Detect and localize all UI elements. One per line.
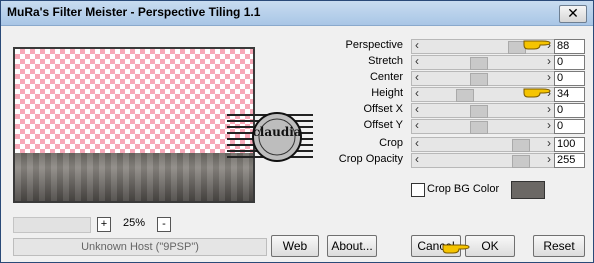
preview-pane[interactable] <box>13 47 255 203</box>
pointing-hand-icon <box>523 88 551 98</box>
slider-thumb[interactable] <box>470 121 488 134</box>
slider-thumb[interactable] <box>512 139 530 152</box>
ok-button[interactable]: OK <box>465 235 515 257</box>
value-offset-y[interactable]: 0 <box>554 119 585 134</box>
plugin-window: MuRa's Filter Meister - Perspective Tili… <box>0 0 594 263</box>
param-label-stretch: Stretch <box>368 55 403 67</box>
value-center[interactable]: 0 <box>554 71 585 86</box>
crop-bg-color-swatch[interactable] <box>511 181 545 199</box>
param-label-crop-opacity: Crop Opacity <box>338 153 403 165</box>
slider-thumb[interactable] <box>470 57 488 70</box>
slider-thumb[interactable] <box>512 155 530 168</box>
value-height[interactable]: 34 <box>554 87 585 102</box>
param-label-offset-x: Offset X <box>363 103 403 115</box>
slider-right-arrow-icon[interactable]: › <box>547 119 551 132</box>
value-crop-opacity[interactable]: 255 <box>554 153 585 168</box>
zoom-value: 25% <box>123 217 146 229</box>
slider-left-arrow-icon[interactable]: ‹ <box>415 103 419 116</box>
slider-right-arrow-icon[interactable]: › <box>547 103 551 116</box>
zoom-in-button[interactable]: + <box>97 217 111 232</box>
slider-left-arrow-icon[interactable]: ‹ <box>415 39 419 52</box>
host-status: Unknown Host ("9PSP") <box>13 238 267 256</box>
close-button[interactable]: ✕ <box>559 5 587 23</box>
slider-thumb[interactable] <box>470 73 488 86</box>
slider-left-arrow-icon[interactable]: ‹ <box>415 137 419 150</box>
reset-button[interactable]: Reset <box>533 235 585 257</box>
param-label-crop: Crop <box>379 137 403 149</box>
param-label-center: Center <box>369 71 403 83</box>
title-bar: MuRa's Filter Meister - Perspective Tili… <box>1 1 593 26</box>
slider-thumb[interactable] <box>456 89 474 102</box>
slider-left-arrow-icon[interactable]: ‹ <box>415 153 419 166</box>
slider-offset-y[interactable]: ‹ › <box>411 119 555 134</box>
checkbox-box[interactable] <box>411 183 425 197</box>
preview-checker-background <box>15 49 253 153</box>
slider-left-arrow-icon[interactable]: ‹ <box>415 71 419 84</box>
web-button[interactable]: Web <box>271 235 319 257</box>
preview-tiled-floor <box>15 153 253 201</box>
about-button[interactable]: About... <box>327 235 377 257</box>
crop-bg-color-label: Crop BG Color <box>427 183 500 195</box>
zoom-out-button[interactable]: - <box>157 217 171 232</box>
slider-left-arrow-icon[interactable]: ‹ <box>415 55 419 68</box>
slider-right-arrow-icon[interactable]: › <box>547 153 551 166</box>
slider-offset-x[interactable]: ‹ › <box>411 103 555 118</box>
value-stretch[interactable]: 0 <box>554 55 585 70</box>
value-crop[interactable]: 100 <box>554 137 585 152</box>
slider-left-arrow-icon[interactable]: ‹ <box>415 87 419 100</box>
param-label-height: Height <box>371 87 403 99</box>
slider-stretch[interactable]: ‹ › <box>411 55 555 70</box>
slider-right-arrow-icon[interactable]: › <box>547 55 551 68</box>
slider-thumb[interactable] <box>470 105 488 118</box>
slider-crop[interactable]: ‹ › <box>411 137 555 152</box>
pointing-hand-icon <box>523 40 551 50</box>
zoom-slider[interactable] <box>13 217 91 233</box>
svg-text:claudia: claudia <box>252 125 301 139</box>
watermark-logo: claudia <box>227 112 313 162</box>
slider-crop-opacity[interactable]: ‹ › <box>411 153 555 168</box>
value-offset-x[interactable]: 0 <box>554 103 585 118</box>
slider-left-arrow-icon[interactable]: ‹ <box>415 119 419 132</box>
window-title: MuRa's Filter Meister - Perspective Tili… <box>7 5 261 19</box>
slider-right-arrow-icon[interactable]: › <box>547 137 551 150</box>
value-perspective[interactable]: 88 <box>554 39 585 54</box>
pointing-hand-icon <box>442 244 470 254</box>
param-label-perspective: Perspective <box>345 39 403 51</box>
param-label-offset-y: Offset Y <box>363 119 403 131</box>
